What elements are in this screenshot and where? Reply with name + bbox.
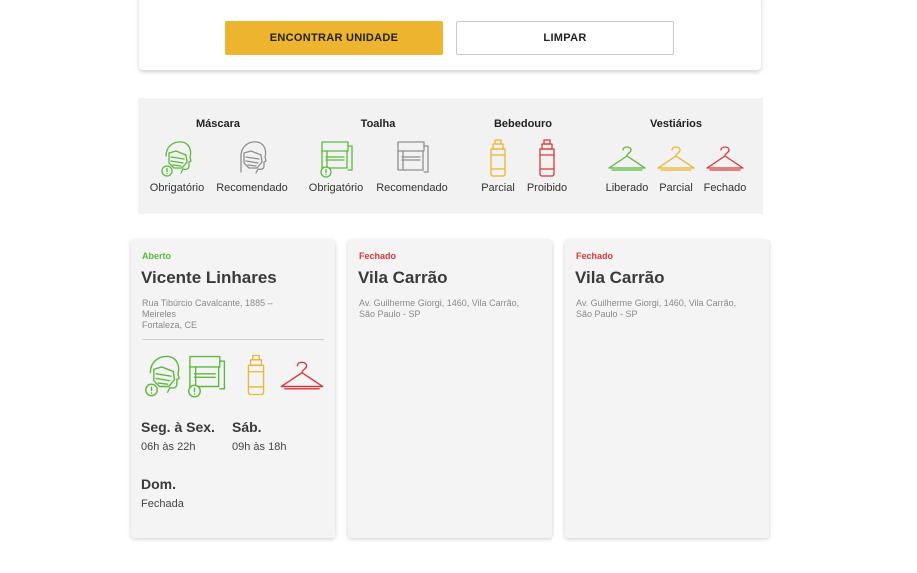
legend-title-water: Bebedouro: [493, 118, 553, 130]
legend-item-water-prohibited: Proibido: [507, 138, 587, 194]
status-badge: Fechado: [576, 251, 614, 261]
legend-label: Obrigatório: [308, 182, 364, 194]
hours-days: Dom.: [141, 476, 176, 492]
legend-item-mask-recommended: Recomendado: [212, 138, 292, 194]
mask-required-icon: [161, 141, 192, 177]
divider: [142, 339, 324, 340]
clear-button[interactable]: LIMPAR: [456, 21, 674, 55]
hours-sunday: Dom. Fechada: [141, 476, 184, 510]
unit-name: Vila Carrão: [358, 268, 448, 287]
legend-label: Proibido: [526, 182, 568, 194]
legend-item-towel-required: Obrigatório: [296, 138, 376, 194]
legend-item-lockers-closed: Fechado: [685, 138, 765, 194]
unit-name: Vicente Linhares: [141, 268, 277, 287]
protocol-legend: Máscara Obrigatório Recomendado Toalha O…: [138, 98, 763, 214]
unit-name: Vila Carrão: [575, 268, 665, 287]
search-panel: ENCONTRAR UNIDADE LIMPAR: [139, 0, 761, 70]
unit-card[interactable]: Aberto Vicente Linhares Rua Tibúrcio Cav…: [131, 240, 335, 538]
page: ENCONTRAR UNIDADE LIMPAR Máscara Obrigat…: [0, 0, 917, 573]
status-badge: Fechado: [359, 251, 397, 261]
hanger-closed-icon: [280, 361, 324, 390]
legend-title-mask: Máscara: [195, 118, 241, 130]
hours-weekdays: Seg. à Sex. 06h às 22h: [141, 419, 215, 453]
address-line: Av. Guilherme Giorgi, 1460, Vila Carrão,: [576, 298, 737, 308]
hours-time: Fechada: [141, 498, 184, 510]
towel-required-icon: [320, 141, 353, 178]
legend-item-towel-recommended: Recomendado: [372, 138, 452, 194]
hours-saturday: Sáb. 09h às 18h: [232, 419, 286, 453]
hours-time: 06h às 22h: [141, 441, 196, 453]
mask-required-icon: [145, 355, 180, 397]
find-unit-button[interactable]: ENCONTRAR UNIDADE: [225, 21, 443, 55]
unit-address: Av. Guilherme Giorgi, 1460, Vila Carrão,…: [359, 298, 543, 320]
legend-label: Recomendado: [216, 182, 288, 194]
mask-recommended-icon: [240, 141, 267, 174]
unit-card[interactable]: Fechado Vila Carrão Av. Guilherme Giorgi…: [348, 240, 552, 538]
legend-label: Obrigatório: [149, 182, 205, 194]
address-line: Fortaleza, CE: [142, 320, 198, 330]
address-line: Av. Guilherme Giorgi, 1460, Vila Carrão,: [359, 298, 520, 308]
legend-label: Recomendado: [376, 182, 448, 194]
address-line: São Paulo - SP: [359, 309, 421, 319]
towel-recommended-icon: [397, 141, 429, 173]
unit-protocol-icons: [141, 352, 329, 400]
unit-address: Av. Guilherme Giorgi, 1460, Vila Carrão,…: [576, 298, 760, 320]
towel-required-icon: [188, 355, 226, 398]
hanger-closed-icon: [706, 146, 744, 171]
hours-time: 09h às 18h: [232, 441, 287, 453]
address-line: Meireles: [142, 309, 177, 319]
status-badge: Aberto: [142, 251, 171, 261]
unit-card[interactable]: Fechado Vila Carrão Av. Guilherme Giorgi…: [565, 240, 769, 538]
address-line: São Paulo - SP: [576, 309, 638, 319]
legend-label: Fechado: [703, 182, 747, 194]
hours-days: Seg. à Sex.: [141, 419, 215, 435]
water-bottle-prohibited-icon: [539, 139, 555, 177]
address-line: Rua Tibúrcio Cavalcante, 1885 –: [142, 298, 273, 308]
legend-title-lockers: Vestiários: [650, 118, 702, 130]
legend-item-mask-required: Obrigatório: [137, 138, 217, 194]
hours-days: Sáb.: [232, 419, 262, 435]
unit-address: Rua Tibúrcio Cavalcante, 1885 – Meireles…: [142, 298, 326, 331]
water-bottle-partial-icon: [247, 354, 265, 396]
legend-title-towel: Toalha: [360, 118, 396, 130]
